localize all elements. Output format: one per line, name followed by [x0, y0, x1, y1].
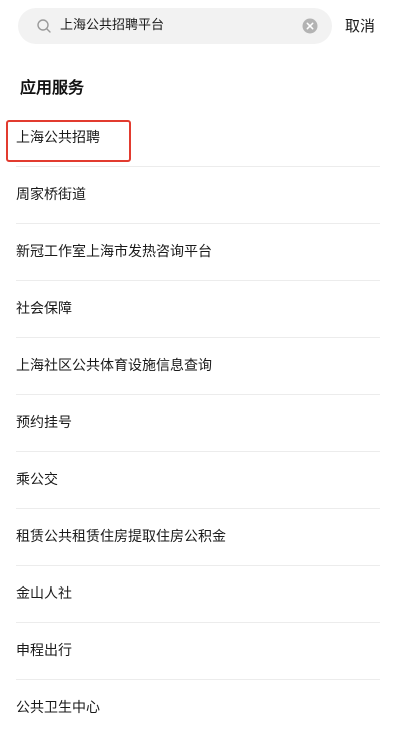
list-item-label: 金山人社 [16, 586, 72, 602]
list-item[interactable]: 金山人社 [0, 566, 396, 623]
list-item[interactable]: 乘公交 [0, 452, 396, 509]
list-item-label: 租赁公共租赁住房提取住房公积金 [16, 529, 226, 545]
search-icon [36, 18, 52, 34]
result-list: 上海公共招聘 周家桥街道 新冠工作室上海市发热咨询平台 社会保障 上海社区公共体… [0, 110, 396, 737]
list-item-label: 周家桥街道 [16, 187, 86, 203]
list-item-label: 社会保障 [16, 301, 72, 317]
list-item-label: 上海公共招聘 [16, 130, 100, 146]
list-item[interactable]: 周家桥街道 [0, 167, 396, 224]
list-item[interactable]: 新冠工作室上海市发热咨询平台 [0, 224, 396, 281]
list-item[interactable]: 租赁公共租赁住房提取住房公积金 [0, 509, 396, 566]
clear-icon[interactable] [302, 18, 318, 34]
list-item[interactable]: 预约挂号 [0, 395, 396, 452]
section-title: 应用服务 [20, 78, 85, 97]
search-bar[interactable]: 上海公共招聘平台 [18, 8, 332, 44]
list-item[interactable]: 上海社区公共体育设施信息查询 [0, 338, 396, 395]
list-item-label: 预约挂号 [16, 415, 72, 431]
list-item[interactable]: 社会保障 [0, 281, 396, 338]
list-item-label: 乘公交 [16, 472, 58, 488]
cancel-button[interactable]: 取消 [345, 8, 375, 44]
list-item[interactable]: 公共卫生中心 [0, 680, 396, 737]
list-item[interactable]: 上海公共招聘 [0, 110, 396, 167]
list-item-label: 新冠工作室上海市发热咨询平台 [16, 244, 212, 260]
search-input[interactable]: 上海公共招聘平台 [60, 8, 164, 44]
list-item-label: 上海社区公共体育设施信息查询 [16, 358, 212, 374]
list-item[interactable]: 申程出行 [0, 623, 396, 680]
list-item-label: 申程出行 [16, 643, 72, 659]
list-item-label: 公共卫生中心 [16, 700, 100, 716]
